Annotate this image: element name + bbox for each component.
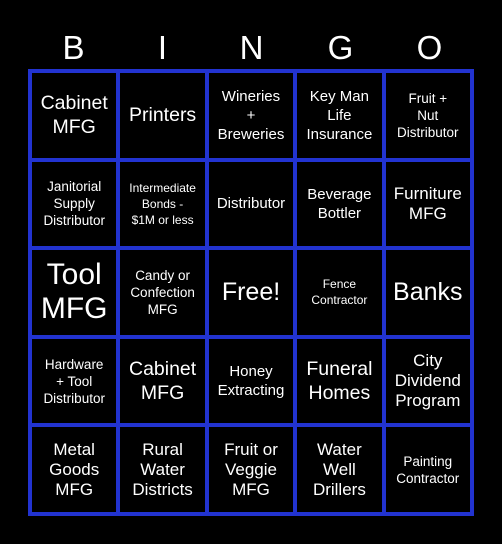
cell-label: Water Well Drillers — [312, 439, 366, 499]
cell-label: Cabinet MFG — [128, 358, 197, 405]
bingo-cell-r1c3[interactable]: Wineries + Breweries — [208, 73, 294, 158]
bingo-cell-r2c4[interactable]: Beverage Bottler — [297, 161, 382, 247]
cell-label: Painting Contractor — [396, 453, 460, 486]
bingo-cell-r3c2[interactable]: Candy or Confection MFG — [120, 250, 205, 335]
bingo-cell-r2c5[interactable]: Furniture MFG — [385, 161, 470, 247]
bingo-cell-r3c1[interactable]: Tool MFG — [32, 250, 117, 335]
header-letter-g: G — [327, 29, 354, 66]
bingo-board: Cabinet MFG Printers Wineries + Brewerie… — [28, 69, 474, 516]
cell-label: Funeral Homes — [306, 358, 373, 405]
bingo-cell-r2c1[interactable]: Janitorial Supply Distributor — [32, 161, 117, 247]
header-letter-b: B — [62, 29, 85, 66]
cell-label: Fence Contractor — [311, 277, 368, 308]
bingo-cell-r1c2[interactable]: Printers — [120, 73, 205, 158]
cell-label: Fruit + Nut Distributor — [397, 90, 459, 140]
bingo-cell-r5c1[interactable]: Metal Goods MFG — [32, 427, 117, 512]
cell-label: Rural Water Districts — [132, 439, 193, 499]
bingo-cell-free[interactable]: Free! — [208, 250, 294, 335]
bingo-cell-r4c3[interactable]: Honey Extracting — [208, 338, 294, 424]
cell-label: Honey Extracting — [217, 363, 285, 400]
bingo-cell-r4c5[interactable]: City Dividend Program — [385, 338, 470, 424]
bingo-cell-r4c4[interactable]: Funeral Homes — [297, 338, 382, 424]
bingo-cell-r5c2[interactable]: Rural Water Districts — [120, 427, 205, 512]
cell-label: City Dividend Program — [394, 351, 461, 411]
cell-label: Tool MFG — [40, 258, 108, 326]
free-space-label: Free! — [221, 277, 281, 306]
bingo-cell-r3c4[interactable]: Fence Contractor — [297, 250, 382, 335]
cell-label: Cabinet MFG — [40, 92, 108, 139]
bingo-cell-r5c5[interactable]: Painting Contractor — [385, 427, 470, 512]
bingo-cell-r1c5[interactable]: Fruit + Nut Distributor — [385, 73, 470, 158]
cell-label: Key Man Life Insurance — [306, 87, 373, 143]
bingo-cell-r4c1[interactable]: Hardware + Tool Distributor — [32, 338, 117, 424]
cell-label: Banks — [393, 277, 463, 306]
cell-label: Janitorial Supply Distributor — [43, 179, 105, 229]
cell-label: Wineries + Breweries — [217, 87, 285, 143]
bingo-cell-r2c2[interactable]: Intermediate Bonds - $1M or less — [120, 161, 205, 247]
header-letter-o: O — [416, 29, 443, 66]
bingo-cell-r5c3[interactable]: Fruit or Veggie MFG — [208, 427, 294, 512]
cell-label: Hardware + Tool Distributor — [43, 356, 105, 406]
header-letter-i: I — [157, 29, 168, 66]
bingo-cell-r4c2[interactable]: Cabinet MFG — [120, 338, 205, 424]
bingo-cell-r1c4[interactable]: Key Man Life Insurance — [297, 73, 382, 158]
cell-label: Printers — [129, 104, 197, 127]
cell-label: Intermediate Bonds - $1M or less — [129, 180, 196, 227]
cell-label: Beverage Bottler — [307, 185, 372, 222]
cell-label: Furniture MFG — [393, 183, 462, 223]
bingo-cell-r1c1[interactable]: Cabinet MFG — [32, 73, 117, 158]
bingo-header: B I N G O — [29, 28, 474, 68]
header-letter-n: N — [239, 29, 264, 66]
cell-label: Fruit or Veggie MFG — [224, 439, 278, 499]
cell-label: Distributor — [216, 195, 286, 213]
bingo-cell-r5c4[interactable]: Water Well Drillers — [297, 427, 382, 512]
cell-label: Metal Goods MFG — [49, 439, 100, 499]
cell-label: Candy or Confection MFG — [130, 267, 195, 317]
bingo-cell-r3c5[interactable]: Banks — [385, 250, 470, 335]
bingo-cell-r2c3[interactable]: Distributor — [208, 161, 294, 247]
